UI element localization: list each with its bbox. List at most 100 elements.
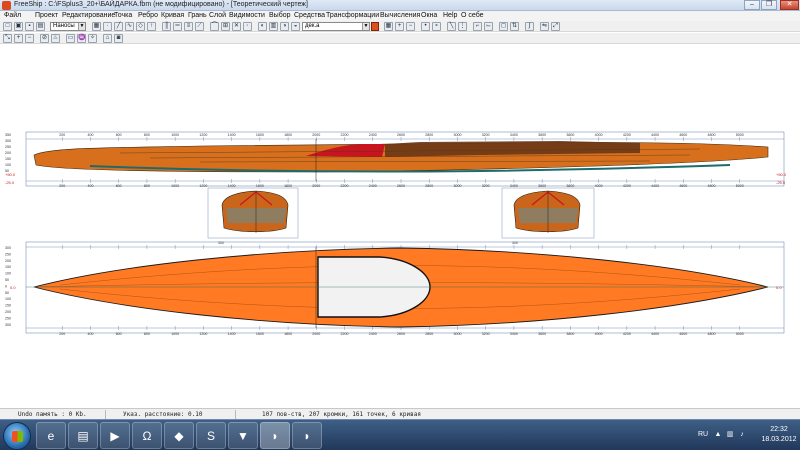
lock-icon[interactable]: ⌂: [103, 34, 112, 43]
profile-bottom-tick-label: 600: [116, 184, 122, 188]
layer-props-icon[interactable]: ▦: [384, 22, 393, 31]
open-file-icon[interactable]: ▣: [14, 22, 23, 31]
curves-icon[interactable]: ∿: [125, 22, 134, 31]
profile-top-tick-label: 400: [87, 133, 93, 137]
interior-edges-icon[interactable]: ✕: [232, 22, 241, 31]
buttocks-icon[interactable]: ═: [173, 22, 182, 31]
control-net-icon[interactable]: ⊞: [221, 22, 230, 31]
menu-curve[interactable]: Кривая: [161, 12, 184, 19]
plan-bottom-tick-label: 3200: [482, 332, 490, 336]
add-point-icon[interactable]: •: [421, 22, 430, 31]
save-icon[interactable]: ▪: [25, 22, 34, 31]
profile-left-tick-label: 200: [5, 151, 11, 155]
stations-icon[interactable]: ║: [162, 22, 171, 31]
zoom-extents-icon[interactable]: ⤡: [3, 34, 12, 43]
clock-date[interactable]: 18.03.2012: [760, 436, 798, 443]
collapse-icon[interactable]: ⌙: [484, 22, 493, 31]
teamviewer-icon[interactable]: ◆: [164, 422, 194, 449]
connect-icon[interactable]: ∘: [432, 22, 441, 31]
curvature-icon[interactable]: ⌒: [210, 22, 219, 31]
edges-icon[interactable]: ╱: [114, 22, 123, 31]
crease-icon[interactable]: ⌐: [473, 22, 482, 31]
network-icon[interactable]: ▥: [726, 431, 734, 439]
body-plan-left: 300: [207, 187, 299, 245]
hydrostatics-icon[interactable]: ♒: [77, 34, 86, 43]
close-button[interactable]: ✕: [780, 0, 799, 10]
plan-bottom-tick-label: 400: [87, 332, 93, 336]
markers-icon[interactable]: ◦: [243, 22, 252, 31]
develop-icon[interactable]: ◒: [291, 22, 300, 31]
menu-windows[interactable]: Окна: [421, 12, 437, 19]
zebra-icon[interactable]: ▥: [269, 22, 278, 31]
menu-project[interactable]: Проект: [35, 12, 58, 19]
scale-icon[interactable]: ⤢: [551, 22, 560, 31]
layer-view-select[interactable]: Наносы ▼: [50, 22, 86, 31]
active-layer-select[interactable]: дек.а ▼: [302, 22, 370, 31]
menu-about[interactable]: О себе: [461, 12, 484, 19]
mirror-icon[interactable]: ⇋: [540, 22, 549, 31]
print-icon[interactable]: ▤: [36, 22, 45, 31]
flip-face-icon[interactable]: ⇅: [510, 22, 519, 31]
deselect-icon[interactable]: ⊘: [40, 34, 49, 43]
split-edge-icon[interactable]: ⋮: [458, 22, 467, 31]
plan-bottom-tick-label: 3400: [510, 332, 518, 336]
normals-icon[interactable]: ↑: [147, 22, 156, 31]
profile-bottom-tick-label: 2600: [397, 184, 405, 188]
delete-layer-icon[interactable]: −: [406, 22, 415, 31]
maximize-button[interactable]: ❐: [761, 0, 777, 10]
plan-bottom-tick-label: 2200: [341, 332, 349, 336]
volume-icon[interactable]: ♪: [738, 431, 746, 439]
menu-edge[interactable]: Ребро: [138, 12, 158, 19]
camera-icon[interactable]: ◙: [114, 34, 123, 43]
menu-help[interactable]: Help: [443, 12, 457, 19]
menu-file[interactable]: Файл: [4, 12, 21, 19]
plan-left-tick-label: 100: [5, 272, 11, 276]
profile-bottom-tick-label: 1400: [228, 184, 236, 188]
menu-transform[interactable]: Трансформации: [326, 12, 379, 19]
render-icon[interactable]: ✧: [88, 34, 97, 43]
faces-icon[interactable]: ◇: [136, 22, 145, 31]
diagonals-icon[interactable]: ⟋: [195, 22, 204, 31]
menu-select[interactable]: Выбор: [269, 12, 291, 19]
skype-icon[interactable]: S: [196, 422, 226, 449]
lines-plan-canvas[interactable]: 200 400 600 800 1000 1200 1400 1600 1800 2000 2200…: [0, 45, 800, 408]
menu-layer[interactable]: Слой: [209, 12, 226, 19]
new-face-icon[interactable]: ◻: [499, 22, 508, 31]
downloader-icon[interactable]: ▼: [228, 422, 258, 449]
gauss-icon[interactable]: ◑: [280, 22, 289, 31]
profile-view: 200 400 600 800 1000 1200 1400 1600 1800 2000 2200…: [5, 131, 787, 188]
points-icon[interactable]: ·: [103, 22, 112, 31]
clock-time[interactable]: 22:32: [760, 426, 798, 433]
lines-plan-icon[interactable]: ▭: [66, 34, 75, 43]
new-layer-icon[interactable]: +: [395, 22, 404, 31]
shade-icon[interactable]: ◐: [258, 22, 267, 31]
lightbulb-icon[interactable]: ♨: [51, 34, 60, 43]
menu-edit[interactable]: Редактирование: [62, 12, 115, 19]
tray-arrow-icon[interactable]: ▲: [714, 431, 722, 439]
freeship-task-icon-2[interactable]: ◗: [292, 422, 322, 449]
menu-face[interactable]: Грань: [188, 12, 207, 19]
app-omega-icon[interactable]: Ω: [132, 422, 162, 449]
menu-point[interactable]: Точка: [114, 12, 132, 19]
waterlines-icon[interactable]: ≡: [184, 22, 193, 31]
plan-bottom-tick-label: 1600: [256, 332, 264, 336]
ie-icon[interactable]: e: [36, 422, 66, 449]
toolbar-main: □ ▣ ▪ ▤ Наносы ▼ ▦ · ╱ ∿ ◇ ↑ ║ ═ ≡ ⟋ ⌒ ⊞…: [0, 21, 800, 32]
zoom-out-icon[interactable]: −: [25, 34, 34, 43]
menu-tools[interactable]: Средства: [294, 12, 325, 19]
language-indicator[interactable]: RU: [698, 431, 708, 438]
layer-color-swatch[interactable]: [371, 22, 379, 31]
menu-calculations[interactable]: Вычисления: [380, 12, 420, 19]
start-button[interactable]: [3, 422, 31, 450]
insert-edge-icon[interactable]: ╲: [447, 22, 456, 31]
zoom-in-icon[interactable]: +: [14, 34, 23, 43]
profile-top-tick-label: 4000: [595, 133, 603, 137]
curve-new-icon[interactable]: ∫: [525, 22, 534, 31]
explorer-icon[interactable]: ▤: [68, 422, 98, 449]
media-player-icon[interactable]: ▶: [100, 422, 130, 449]
minimize-button[interactable]: –: [744, 0, 760, 10]
grid-icon[interactable]: ▦: [92, 22, 101, 31]
freeship-task-icon[interactable]: ◗: [260, 422, 290, 449]
new-file-icon[interactable]: □: [3, 22, 12, 31]
menu-visibility[interactable]: Видимости: [229, 12, 265, 19]
